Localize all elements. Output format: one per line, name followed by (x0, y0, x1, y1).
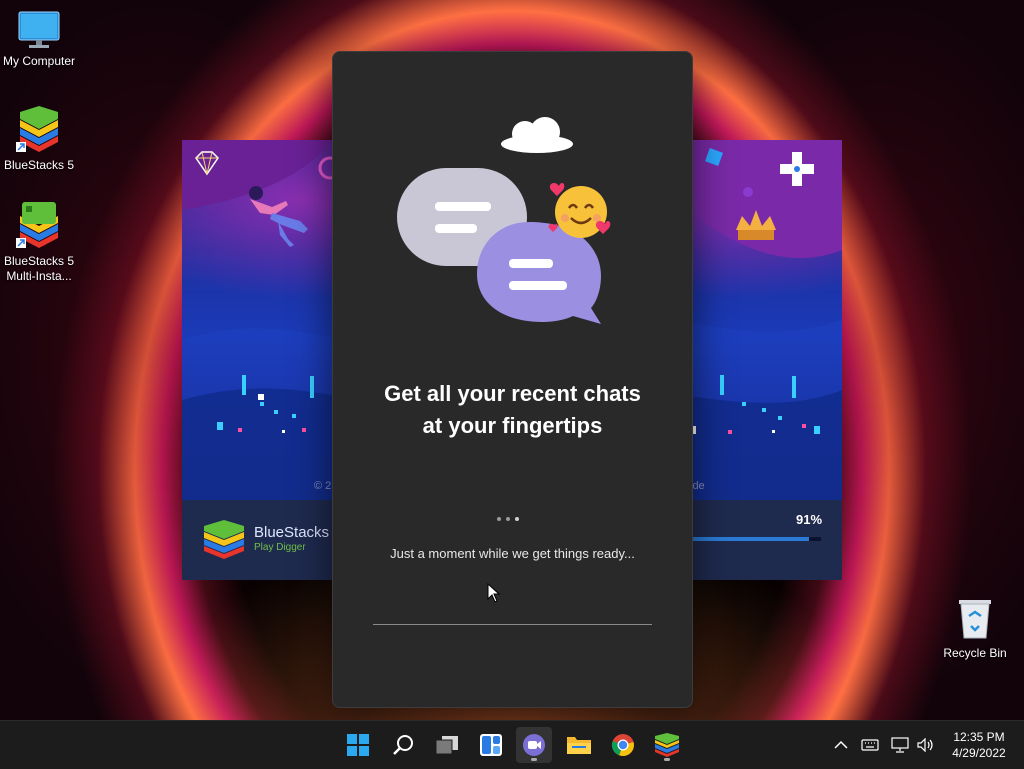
network-icon (891, 737, 909, 753)
running-app-indicator (664, 758, 670, 761)
desktop-icon-my-computer[interactable]: My Computer (1, 10, 77, 69)
taskbar: 12:35 PM 4/29/2022 (0, 720, 1024, 769)
recycle-bin-label: Recycle Bin (943, 646, 1007, 660)
keyboard-icon (861, 739, 879, 751)
teams-chat-button[interactable] (516, 727, 552, 763)
chrome-button[interactable] (605, 727, 641, 763)
desktop-icon-label: My Computer (2, 54, 76, 68)
chat-illustration (397, 117, 611, 324)
widgets-icon (480, 734, 502, 756)
speaker-icon (917, 738, 933, 752)
heading-line-2: at your fingertips (422, 413, 603, 438)
loading-dots-icon (497, 508, 529, 521)
file-explorer-icon (567, 737, 591, 754)
file-explorer-button[interactable] (561, 727, 597, 763)
bluestacks-multi-instance-icon (16, 202, 58, 248)
bluestacks-icon (655, 733, 679, 757)
desktop-icon-bluestacks[interactable]: BlueStacks 5 (1, 106, 77, 173)
desktop-icon-bluestacks-multi-instance[interactable]: BlueStacks 5 Multi-Insta... (1, 202, 77, 284)
search-icon (393, 735, 413, 755)
widgets-button[interactable] (473, 727, 509, 763)
recycle-bin-icon (959, 600, 991, 639)
desktop-icon-label: BlueStacks 5 (3, 158, 75, 172)
start-button[interactable] (340, 727, 376, 763)
bluestacks-logo-icon (204, 520, 244, 559)
bluestacks-tagline: Play Digger (254, 542, 306, 553)
search-button[interactable] (385, 727, 421, 763)
bluestacks-icon (16, 106, 58, 152)
task-view-icon (435, 736, 458, 755)
chevron-up-icon (834, 740, 848, 749)
progress-percent: 91% (796, 512, 823, 527)
loading-status-text: Just a moment while we get things ready.… (390, 546, 635, 561)
active-app-indicator (531, 758, 537, 761)
progress-bar-fill (687, 537, 809, 541)
bluestacks-taskbar-button[interactable] (649, 727, 685, 763)
cloud-icon (501, 117, 573, 153)
teams-loading-dialog: Get all your recent chats at your finger… (332, 51, 693, 708)
task-view-button[interactable] (429, 727, 465, 763)
mouse-cursor-icon (487, 583, 501, 603)
monitor-icon (18, 11, 60, 48)
start-icon (347, 734, 369, 756)
floating-person-figure (249, 186, 308, 247)
progress-bar (687, 537, 821, 541)
teams-dialog-heading: Get all your recent chats at your finger… (333, 378, 692, 442)
desktop-icon-label: BlueStacks 5 Multi-Insta... (3, 254, 75, 283)
desktop-icon-recycle-bin[interactable]: Recycle Bin (940, 596, 1010, 660)
clock-time: 12:35 PM (953, 730, 1005, 744)
bluestacks-brand-name: BlueStacks (254, 524, 330, 541)
clock[interactable]: 12:35 PM 4/29/2022 (944, 729, 1014, 761)
heading-line-1: Get all your recent chats (384, 381, 641, 406)
clock-date: 4/29/2022 (952, 746, 1006, 760)
touch-keyboard-button[interactable] (860, 735, 880, 755)
copyright-text: © 2 (314, 480, 332, 492)
divider (373, 624, 652, 625)
teams-chat-icon (523, 734, 545, 756)
chrome-icon (611, 734, 634, 757)
show-hidden-icons-button[interactable] (832, 735, 850, 755)
volume-button[interactable] (916, 735, 936, 755)
network-button[interactable] (890, 735, 910, 755)
